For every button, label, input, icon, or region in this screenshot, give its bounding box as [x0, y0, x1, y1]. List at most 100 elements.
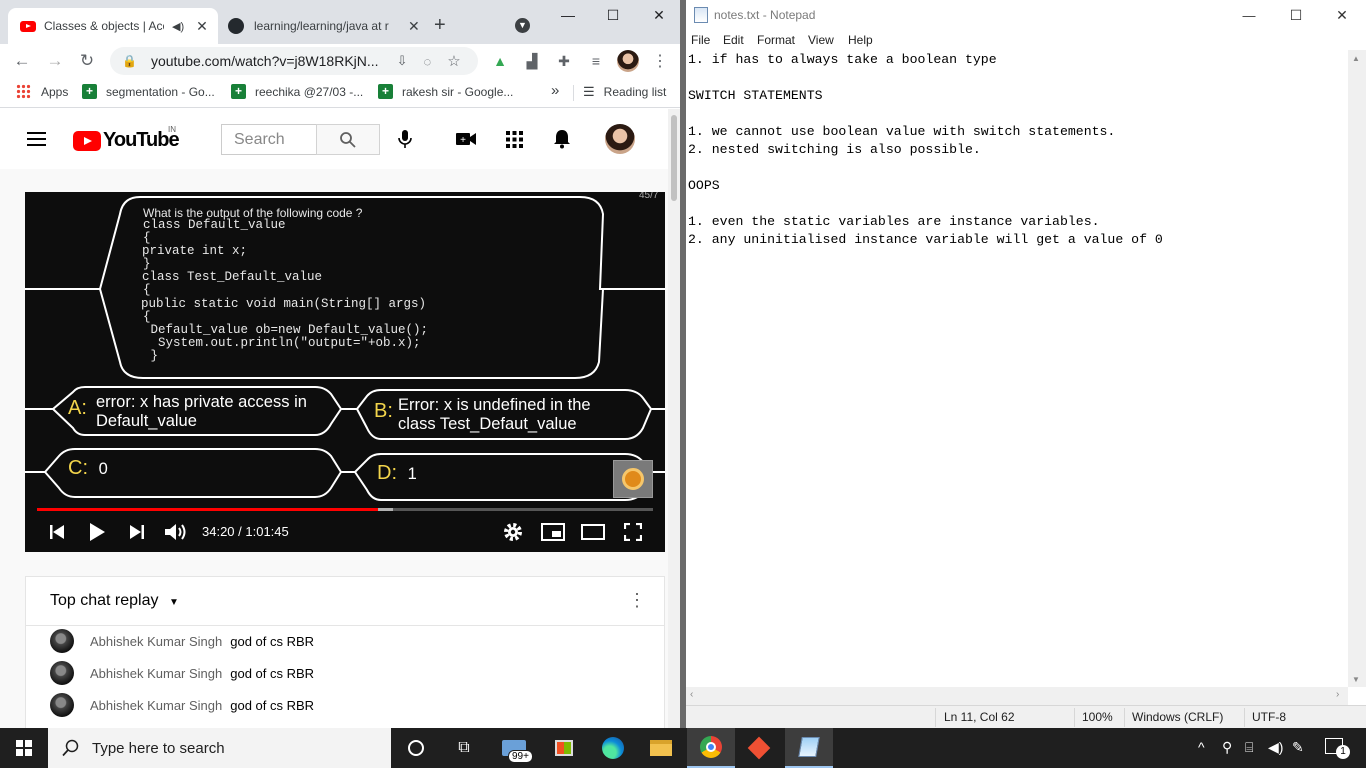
- profile-avatar[interactable]: [617, 50, 639, 72]
- new-tab-button[interactable]: +: [434, 14, 446, 37]
- cortana-icon[interactable]: [392, 728, 440, 768]
- avatar[interactable]: [50, 693, 74, 717]
- file-explorer-icon[interactable]: [637, 728, 685, 768]
- play-icon[interactable]: [84, 519, 110, 545]
- menu-format[interactable]: Format: [757, 33, 795, 47]
- chrome-taskbar-icon[interactable]: [687, 728, 735, 768]
- tab-search-icon[interactable]: ▼: [515, 18, 530, 33]
- bookmark-reechika[interactable]: + reechika @27/03 -...: [231, 84, 363, 99]
- menu-help[interactable]: Help: [848, 33, 873, 47]
- bookmark-star-icon[interactable]: ☆: [447, 52, 460, 70]
- apps-grid-icon[interactable]: [502, 127, 526, 151]
- pen-workspace-icon[interactable]: ✎: [1292, 739, 1304, 756]
- theater-mode-icon[interactable]: [580, 519, 606, 545]
- reading-list-button[interactable]: ☰ Reading list: [583, 84, 666, 100]
- notepad-vertical-scrollbar[interactable]: ▲ ▼: [1348, 50, 1366, 687]
- youtube-search-button[interactable]: [316, 124, 380, 155]
- youtube-account-avatar[interactable]: [605, 124, 635, 154]
- volume-icon[interactable]: ◀): [1268, 739, 1283, 756]
- answer-letter: A:: [68, 397, 87, 419]
- install-icon[interactable]: ⇩: [397, 53, 408, 69]
- lock-icon: 🔒: [122, 54, 137, 68]
- youtube-search-input[interactable]: Search: [221, 124, 317, 155]
- analytics-extension-icon[interactable]: ▟: [521, 50, 543, 72]
- back-icon[interactable]: ←: [11, 50, 33, 72]
- notepad-taskbar-icon[interactable]: [785, 728, 833, 768]
- action-center-icon[interactable]: 1: [1325, 738, 1350, 759]
- task-view-icon[interactable]: ⧉: [440, 728, 488, 768]
- search-icon: [340, 131, 356, 148]
- miniplayer-icon[interactable]: [540, 519, 566, 545]
- forward-icon[interactable]: →: [44, 50, 66, 72]
- page-scrollbar-thumb[interactable]: [671, 115, 677, 201]
- menu-kebab-icon[interactable]: ⋮: [649, 50, 671, 72]
- show-hidden-icons-icon[interactable]: ^: [1198, 739, 1205, 755]
- close-tab-icon[interactable]: ✕: [408, 18, 420, 35]
- settings-gear-icon[interactable]: [500, 519, 526, 545]
- maximize-button[interactable]: ☐: [590, 0, 636, 30]
- chat-mode-dropdown[interactable]: Top chat replay ▼: [50, 592, 179, 610]
- youtube-logo[interactable]: YouTube IN: [73, 125, 180, 152]
- address-bar[interactable]: 🔒 youtube.com/watch?v=j8W18RKjN... ⇩ ◌ ☆: [110, 47, 478, 75]
- network-icon[interactable]: ⌸: [1245, 739, 1253, 756]
- bookmarks-overflow-button[interactable]: »: [551, 82, 559, 99]
- avatar[interactable]: [50, 661, 74, 685]
- reload-icon[interactable]: ↻: [76, 50, 98, 72]
- chat-more-icon[interactable]: ⋮: [628, 590, 646, 611]
- eye-off-icon[interactable]: ◌: [423, 54, 431, 69]
- extensions-icon[interactable]: ✚: [553, 50, 575, 72]
- volume-icon[interactable]: [163, 519, 189, 545]
- tab-github[interactable]: learning/learning/java at r ✕: [218, 8, 424, 44]
- menu-view[interactable]: View: [808, 33, 834, 47]
- bookmark-apps[interactable]: Apps: [16, 84, 68, 99]
- answer-text: 0: [98, 460, 108, 478]
- create-video-icon[interactable]: +: [454, 127, 478, 151]
- next-icon[interactable]: [124, 519, 150, 545]
- notepad-horizontal-scrollbar[interactable]: ‹ ›: [686, 687, 1348, 705]
- scroll-left-icon[interactable]: ‹: [690, 689, 693, 700]
- avatar[interactable]: [50, 629, 74, 653]
- answer-text-line: class Test_Defaut_value: [398, 415, 577, 433]
- scroll-down-icon[interactable]: ▼: [1352, 675, 1360, 684]
- page-scrollbar[interactable]: [668, 109, 680, 728]
- tab-youtube[interactable]: Classes & objects | Acc ◀) ✕: [8, 8, 218, 44]
- channel-watermark-icon[interactable]: [613, 460, 653, 498]
- previous-icon[interactable]: [44, 519, 70, 545]
- menu-file[interactable]: File: [691, 33, 710, 47]
- menu-edit[interactable]: Edit: [723, 33, 744, 47]
- scroll-right-icon[interactable]: ›: [1336, 689, 1339, 700]
- scroll-up-icon[interactable]: ▲: [1352, 54, 1360, 63]
- edge-icon[interactable]: [589, 728, 637, 768]
- store-icon[interactable]: [540, 728, 588, 768]
- taskbar-search-box[interactable]: Type here to search: [48, 728, 391, 768]
- start-button[interactable]: [0, 728, 48, 768]
- video-player[interactable]: 45/7 What is the output of the following…: [25, 192, 665, 552]
- notepad-close-button[interactable]: ✕: [1319, 0, 1365, 30]
- git-icon[interactable]: [735, 728, 783, 768]
- bookmark-segmentation[interactable]: + segmentation - Go...: [82, 84, 215, 99]
- fullscreen-icon[interactable]: [620, 519, 646, 545]
- close-tab-icon[interactable]: ✕: [196, 18, 208, 35]
- drive-extension-icon[interactable]: ▲: [489, 50, 511, 72]
- close-window-button[interactable]: ✕: [636, 0, 680, 30]
- chat-author[interactable]: Abhishek Kumar Singh: [90, 634, 222, 649]
- line-ending: Windows (CRLF): [1132, 710, 1224, 724]
- quiz-frame-graphic: [25, 192, 665, 552]
- chat-author[interactable]: Abhishek Kumar Singh: [90, 698, 222, 713]
- notepad-minimize-button[interactable]: —: [1226, 0, 1272, 30]
- media-control-icon[interactable]: ≡: [585, 50, 607, 72]
- notifications-bell-icon[interactable]: [550, 127, 574, 151]
- page-counter: 45/7: [639, 192, 659, 201]
- microphone-icon[interactable]: [393, 127, 417, 151]
- notepad-maximize-button[interactable]: ☐: [1273, 0, 1319, 30]
- meet-now-icon[interactable]: ⚲: [1222, 739, 1232, 756]
- notepad-text-area[interactable]: 1. if has to always take a boolean type …: [688, 51, 1348, 687]
- chat-author[interactable]: Abhishek Kumar Singh: [90, 666, 222, 681]
- mail-icon[interactable]: 99+: [490, 728, 538, 768]
- answer-b-text: Error: x is undefined in the class Test_…: [398, 396, 591, 434]
- minimize-button[interactable]: —: [545, 0, 591, 30]
- speaker-icon[interactable]: ◀): [172, 20, 184, 33]
- country-code: IN: [168, 125, 176, 134]
- bookmark-rakesh[interactable]: + rakesh sir - Google...: [378, 84, 513, 99]
- hamburger-menu-icon[interactable]: [27, 132, 46, 146]
